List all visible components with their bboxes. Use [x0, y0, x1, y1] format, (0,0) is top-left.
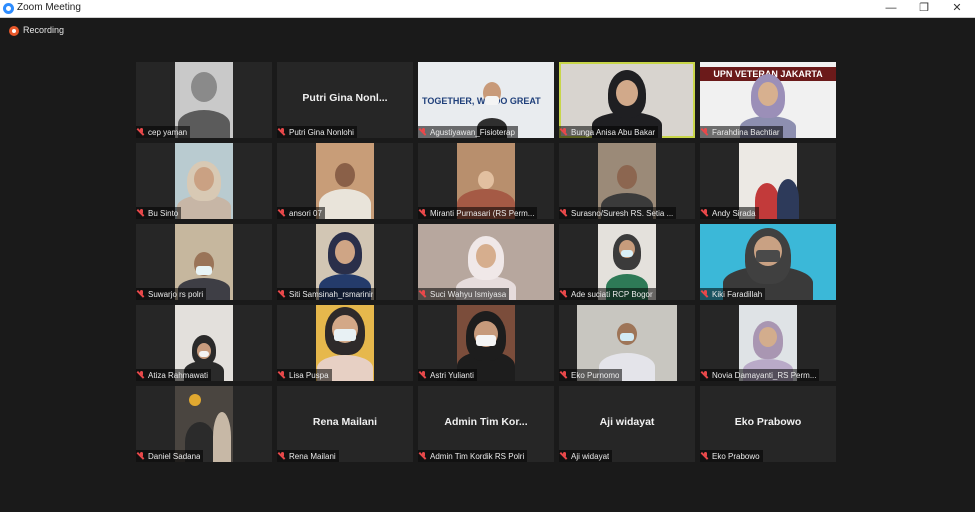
- participant-tile[interactable]: Ade suciati RCP Bogor: [559, 224, 695, 300]
- muted-mic-icon: [138, 128, 145, 136]
- participant-name-label: Siti Samsinah_rsmarinir: [277, 288, 377, 300]
- participant-name-label: Eko Prabowo: [700, 450, 763, 462]
- participant-tile-active-speaker[interactable]: Bunga Anisa Abu Bakar: [559, 62, 695, 138]
- participant-tile[interactable]: Admin Tim Kor... Admin Tim Kordik RS Pol…: [418, 386, 554, 462]
- participant-tile[interactable]: Eko Purnomo: [559, 305, 695, 381]
- participant-name-label: Daniel Sadana: [136, 450, 204, 462]
- muted-mic-icon: [561, 452, 568, 460]
- muted-mic-icon: [420, 290, 427, 298]
- participant-name-label: Agustiyawan_Fisioterap: [418, 126, 518, 138]
- participant-tile[interactable]: Aji widayat Aji widayat: [559, 386, 695, 462]
- participant-name-label: Bunga Anisa Abu Bakar: [559, 126, 659, 138]
- participant-tile[interactable]: Lisa Puspa: [277, 305, 413, 381]
- participant-name-label: Admin Tim Kordik RS Polri: [418, 450, 528, 462]
- muted-mic-icon: [420, 209, 427, 217]
- participant-display-name: Aji widayat: [599, 416, 655, 428]
- participant-name-label: Atiza Rahmawati: [136, 369, 212, 381]
- close-button[interactable]: ✕: [942, 0, 972, 17]
- muted-mic-icon: [561, 128, 568, 136]
- participant-tile[interactable]: Bu Sinto: [136, 143, 272, 219]
- muted-mic-icon: [561, 209, 568, 217]
- participant-tile[interactable]: Suwarjo rs polri: [136, 224, 272, 300]
- minimize-button[interactable]: —: [876, 0, 906, 17]
- participant-display-name: Eko Prabowo: [734, 416, 802, 428]
- participant-name-label: Rena Mailani: [277, 450, 339, 462]
- participant-display-name: Rena Mailani: [312, 416, 378, 428]
- participant-name-label: Andy Sirada: [700, 207, 759, 219]
- participant-tile[interactable]: Surasno/Suresh RS. Setia ...: [559, 143, 695, 219]
- participant-tile[interactable]: Novia Damayanti_RS Perm...: [700, 305, 836, 381]
- muted-mic-icon: [279, 290, 286, 298]
- participant-tile[interactable]: Andy Sirada: [700, 143, 836, 219]
- participant-display-name: Putri Gina Nonl...: [302, 92, 388, 104]
- participant-name-label: Lisa Puspa: [277, 369, 332, 381]
- muted-mic-icon: [420, 128, 427, 136]
- participant-name-label: cep yaman: [136, 126, 191, 138]
- window-title: Zoom Meeting: [17, 2, 81, 13]
- participant-video: [175, 143, 233, 219]
- participant-tile[interactable]: Miranti Purnasari (RS Perm...: [418, 143, 554, 219]
- muted-mic-icon: [279, 452, 286, 460]
- participant-name-label: Putri Gina Nonlohi: [277, 126, 357, 138]
- participant-name-label: ansori 07: [277, 207, 325, 219]
- muted-mic-icon: [420, 371, 427, 379]
- muted-mic-icon: [138, 371, 145, 379]
- recording-label: Recording: [23, 25, 65, 35]
- participant-display-name: Admin Tim Kor...: [444, 416, 528, 428]
- participant-name-label: Ade suciati RCP Bogor: [559, 288, 656, 300]
- participant-tile[interactable]: Putri Gina Nonl... Putri Gina Nonlohi: [277, 62, 413, 138]
- zoom-app-icon: [3, 3, 14, 14]
- muted-mic-icon: [279, 128, 286, 136]
- participant-name-label: Novia Damayanti_RS Perm...: [700, 369, 820, 381]
- participant-tile[interactable]: Astri Yulianti: [418, 305, 554, 381]
- muted-mic-icon: [279, 209, 286, 217]
- muted-mic-icon: [702, 290, 709, 298]
- muted-mic-icon: [138, 452, 145, 460]
- muted-mic-icon: [279, 371, 286, 379]
- participant-tile[interactable]: Siti Samsinah_rsmarinir: [277, 224, 413, 300]
- participant-tile[interactable]: TOGETHER, WE DO GREAT Agustiyawan_Fisiot…: [418, 62, 554, 138]
- participant-name-label: Farahdina Bachtiar: [700, 126, 783, 138]
- participant-name-label: Aji widayat: [559, 450, 613, 462]
- participant-tile[interactable]: Eko Prabowo Eko Prabowo: [700, 386, 836, 462]
- participant-tile[interactable]: Kiki Faradillah: [700, 224, 836, 300]
- muted-mic-icon: [702, 128, 709, 136]
- muted-mic-icon: [561, 290, 568, 298]
- participant-tile[interactable]: UPN VETERAN JAKARTA Farahdina Bachtiar: [700, 62, 836, 138]
- muted-mic-icon: [702, 371, 709, 379]
- participant-name-label: Astri Yulianti: [418, 369, 477, 381]
- maximize-button[interactable]: ❐: [909, 0, 939, 17]
- muted-mic-icon: [561, 371, 568, 379]
- participant-name-label: Bu Sinto: [136, 207, 182, 219]
- participant-name-label: Eko Purnomo: [559, 369, 623, 381]
- muted-mic-icon: [702, 209, 709, 217]
- participant-name-label: Surasno/Suresh RS. Setia ...: [559, 207, 677, 219]
- participant-name-label: Suwarjo rs polri: [136, 288, 207, 300]
- muted-mic-icon: [702, 452, 709, 460]
- participant-tile[interactable]: Atiza Rahmawati: [136, 305, 272, 381]
- window-titlebar: Zoom Meeting — ❐ ✕: [0, 0, 975, 18]
- participant-tile[interactable]: Suci Wahyu Ismiyasa: [418, 224, 554, 300]
- muted-mic-icon: [420, 452, 427, 460]
- participant-name-label: Kiki Faradillah: [700, 288, 766, 300]
- participant-tile[interactable]: Daniel Sadana: [136, 386, 272, 462]
- participant-tile[interactable]: ansori 07: [277, 143, 413, 219]
- muted-mic-icon: [138, 209, 145, 217]
- participant-tile[interactable]: Rena Mailani Rena Mailani: [277, 386, 413, 462]
- participant-name-label: Miranti Purnasari (RS Perm...: [418, 207, 538, 219]
- recording-icon: [9, 26, 19, 36]
- muted-mic-icon: [138, 290, 145, 298]
- participant-name-label: Suci Wahyu Ismiyasa: [418, 288, 510, 300]
- participant-tile[interactable]: cep yaman: [136, 62, 272, 138]
